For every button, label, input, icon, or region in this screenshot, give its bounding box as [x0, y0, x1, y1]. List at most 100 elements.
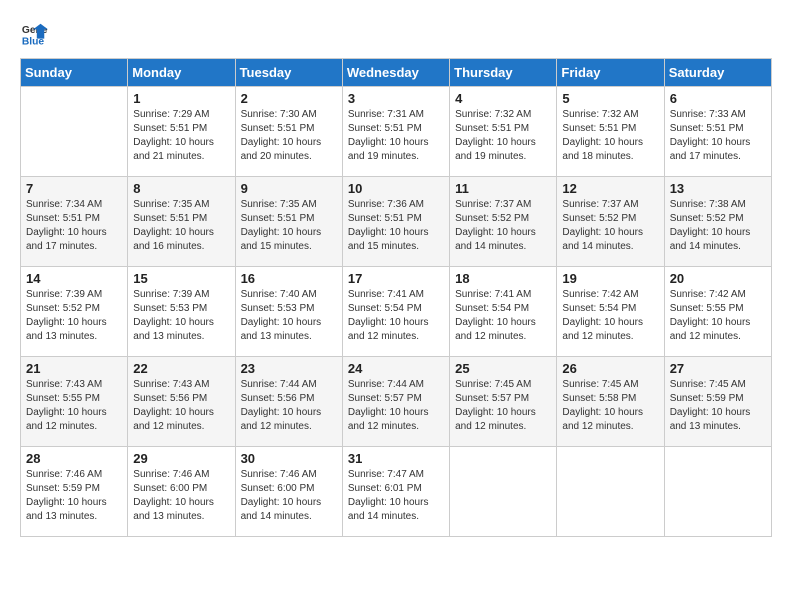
- day-number: 27: [670, 361, 766, 376]
- day-info: Sunrise: 7:44 AMSunset: 5:56 PMDaylight:…: [241, 378, 337, 434]
- day-number: 16: [241, 271, 337, 286]
- day-number: 9: [241, 181, 337, 196]
- calendar-cell: 6Sunrise: 7:33 AMSunset: 5:51 PMDaylight…: [664, 87, 771, 177]
- weekday-thursday: Thursday: [450, 59, 557, 87]
- day-number: 20: [670, 271, 766, 286]
- day-info: Sunrise: 7:42 AMSunset: 5:54 PMDaylight:…: [562, 288, 658, 344]
- day-info: Sunrise: 7:30 AMSunset: 5:51 PMDaylight:…: [241, 108, 337, 164]
- day-number: 3: [348, 91, 444, 106]
- day-number: 7: [26, 181, 122, 196]
- day-number: 26: [562, 361, 658, 376]
- day-info: Sunrise: 7:32 AMSunset: 5:51 PMDaylight:…: [562, 108, 658, 164]
- day-info: Sunrise: 7:43 AMSunset: 5:55 PMDaylight:…: [26, 378, 122, 434]
- calendar-cell: 27 Sunrise: 7:45 AMSunset: 5:59 PMDayligh…: [664, 357, 771, 447]
- day-number: 29: [133, 451, 229, 466]
- day-info: Sunrise: 7:46 AMSunset: 6:00 PMDaylight:…: [241, 468, 337, 524]
- day-info: Sunrise: 7:41 AMSunset: 5:54 PMDaylight:…: [455, 288, 551, 344]
- day-number: 24: [348, 361, 444, 376]
- calendar-cell: 5 Sunrise: 7:32 AMSunset: 5:51 PMDaylight…: [557, 87, 664, 177]
- calendar-cell: 21 Sunrise: 7:43 AMSunset: 5:55 PMDayligh…: [21, 357, 128, 447]
- calendar-cell: 30 Sunrise: 7:46 AMSunset: 6:00 PMDayligh…: [235, 447, 342, 537]
- day-info: Sunrise: 7:38 AMSunset: 5:52 PMDaylight:…: [670, 198, 766, 254]
- day-number: 14: [26, 271, 122, 286]
- calendar-week-4: 21 Sunrise: 7:43 AMSunset: 5:55 PMDayligh…: [21, 357, 772, 447]
- calendar-cell: 25 Sunrise: 7:45 AMSunset: 5:57 PMDayligh…: [450, 357, 557, 447]
- day-number: 31: [348, 451, 444, 466]
- day-number: 13: [670, 181, 766, 196]
- calendar-cell: 26 Sunrise: 7:45 AMSunset: 5:58 PMDayligh…: [557, 357, 664, 447]
- calendar-cell: 31 Sunrise: 7:47 AMSunset: 6:01 PMDayligh…: [342, 447, 449, 537]
- calendar-cell: 3 Sunrise: 7:31 AMSunset: 5:51 PMDaylight…: [342, 87, 449, 177]
- day-number: 23: [241, 361, 337, 376]
- calendar-cell: [557, 447, 664, 537]
- calendar-cell: [664, 447, 771, 537]
- calendar-cell: 22 Sunrise: 7:43 AMSunset: 5:56 PMDayligh…: [128, 357, 235, 447]
- day-number: 19: [562, 271, 658, 286]
- day-info: Sunrise: 7:37 AMSunset: 5:52 PMDaylight:…: [455, 198, 551, 254]
- day-number: 12: [562, 181, 658, 196]
- day-info: Sunrise: 7:45 AMSunset: 5:57 PMDaylight:…: [455, 378, 551, 434]
- day-info: Sunrise: 7:40 AMSunset: 5:53 PMDaylight:…: [241, 288, 337, 344]
- day-info: Sunrise: 7:45 AMSunset: 5:59 PMDaylight:…: [670, 378, 766, 434]
- logo-icon: General Blue: [20, 20, 48, 48]
- day-number: 15: [133, 271, 229, 286]
- weekday-friday: Friday: [557, 59, 664, 87]
- day-info: Sunrise: 7:42 AMSunset: 5:55 PMDaylight:…: [670, 288, 766, 344]
- calendar-week-1: 1 Sunrise: 7:29 AMSunset: 5:51 PMDaylight…: [21, 87, 772, 177]
- calendar-cell: 15 Sunrise: 7:39 AMSunset: 5:53 PMDayligh…: [128, 267, 235, 357]
- day-number: 21: [26, 361, 122, 376]
- day-info: Sunrise: 7:34 AMSunset: 5:51 PMDaylight:…: [26, 198, 122, 254]
- day-info: Sunrise: 7:41 AMSunset: 5:54 PMDaylight:…: [348, 288, 444, 344]
- day-number: 28: [26, 451, 122, 466]
- calendar-cell: 4 Sunrise: 7:32 AMSunset: 5:51 PMDaylight…: [450, 87, 557, 177]
- day-info: Sunrise: 7:36 AMSunset: 5:51 PMDaylight:…: [348, 198, 444, 254]
- calendar-cell: 9 Sunrise: 7:35 AMSunset: 5:51 PMDaylight…: [235, 177, 342, 267]
- calendar-cell: [450, 447, 557, 537]
- day-info: Sunrise: 7:35 AMSunset: 5:51 PMDaylight:…: [241, 198, 337, 254]
- calendar-week-3: 14Sunrise: 7:39 AMSunset: 5:52 PMDayligh…: [21, 267, 772, 357]
- day-info: Sunrise: 7:43 AMSunset: 5:56 PMDaylight:…: [133, 378, 229, 434]
- day-info: Sunrise: 7:46 AMSunset: 6:00 PMDaylight:…: [133, 468, 229, 524]
- calendar-cell: 16 Sunrise: 7:40 AMSunset: 5:53 PMDayligh…: [235, 267, 342, 357]
- calendar-cell: 13 Sunrise: 7:38 AMSunset: 5:52 PMDayligh…: [664, 177, 771, 267]
- day-info: Sunrise: 7:44 AMSunset: 5:57 PMDaylight:…: [348, 378, 444, 434]
- day-info: Sunrise: 7:32 AMSunset: 5:51 PMDaylight:…: [455, 108, 551, 164]
- day-number: 11: [455, 181, 551, 196]
- day-number: 1: [133, 91, 229, 106]
- calendar-cell: 11 Sunrise: 7:37 AMSunset: 5:52 PMDayligh…: [450, 177, 557, 267]
- day-info: Sunrise: 7:47 AMSunset: 6:01 PMDaylight:…: [348, 468, 444, 524]
- day-number: 10: [348, 181, 444, 196]
- day-info: Sunrise: 7:45 AMSunset: 5:58 PMDaylight:…: [562, 378, 658, 434]
- day-number: 25: [455, 361, 551, 376]
- page-header: General Blue: [20, 20, 772, 48]
- calendar-cell: 20 Sunrise: 7:42 AMSunset: 5:55 PMDayligh…: [664, 267, 771, 357]
- calendar-cell: [21, 87, 128, 177]
- weekday-tuesday: Tuesday: [235, 59, 342, 87]
- calendar-cell: 28 Sunrise: 7:46 AMSunset: 5:59 PMDayligh…: [21, 447, 128, 537]
- day-info: Sunrise: 7:46 AMSunset: 5:59 PMDaylight:…: [26, 468, 122, 524]
- weekday-header-row: SundayMondayTuesdayWednesdayThursdayFrid…: [21, 59, 772, 87]
- day-info: Sunrise: 7:39 AMSunset: 5:53 PMDaylight:…: [133, 288, 229, 344]
- calendar-cell: 1 Sunrise: 7:29 AMSunset: 5:51 PMDaylight…: [128, 87, 235, 177]
- calendar-week-5: 28 Sunrise: 7:46 AMSunset: 5:59 PMDayligh…: [21, 447, 772, 537]
- day-info: Sunrise: 7:29 AMSunset: 5:51 PMDaylight:…: [133, 108, 229, 164]
- calendar-cell: 10 Sunrise: 7:36 AMSunset: 5:51 PMDayligh…: [342, 177, 449, 267]
- day-info: Sunrise: 7:31 AMSunset: 5:51 PMDaylight:…: [348, 108, 444, 164]
- weekday-sunday: Sunday: [21, 59, 128, 87]
- calendar-table: SundayMondayTuesdayWednesdayThursdayFrid…: [20, 58, 772, 537]
- calendar-cell: 14Sunrise: 7:39 AMSunset: 5:52 PMDayligh…: [21, 267, 128, 357]
- weekday-saturday: Saturday: [664, 59, 771, 87]
- day-number: 4: [455, 91, 551, 106]
- calendar-cell: 23 Sunrise: 7:44 AMSunset: 5:56 PMDayligh…: [235, 357, 342, 447]
- day-number: 5: [562, 91, 658, 106]
- calendar-cell: 12Sunrise: 7:37 AMSunset: 5:52 PMDayligh…: [557, 177, 664, 267]
- day-number: 22: [133, 361, 229, 376]
- calendar-cell: 8Sunrise: 7:35 AMSunset: 5:51 PMDaylight…: [128, 177, 235, 267]
- day-number: 18: [455, 271, 551, 286]
- calendar-cell: 18 Sunrise: 7:41 AMSunset: 5:54 PMDayligh…: [450, 267, 557, 357]
- day-number: 2: [241, 91, 337, 106]
- day-number: 30: [241, 451, 337, 466]
- calendar-cell: 19 Sunrise: 7:42 AMSunset: 5:54 PMDayligh…: [557, 267, 664, 357]
- weekday-monday: Monday: [128, 59, 235, 87]
- day-info: Sunrise: 7:35 AMSunset: 5:51 PMDaylight:…: [133, 198, 229, 254]
